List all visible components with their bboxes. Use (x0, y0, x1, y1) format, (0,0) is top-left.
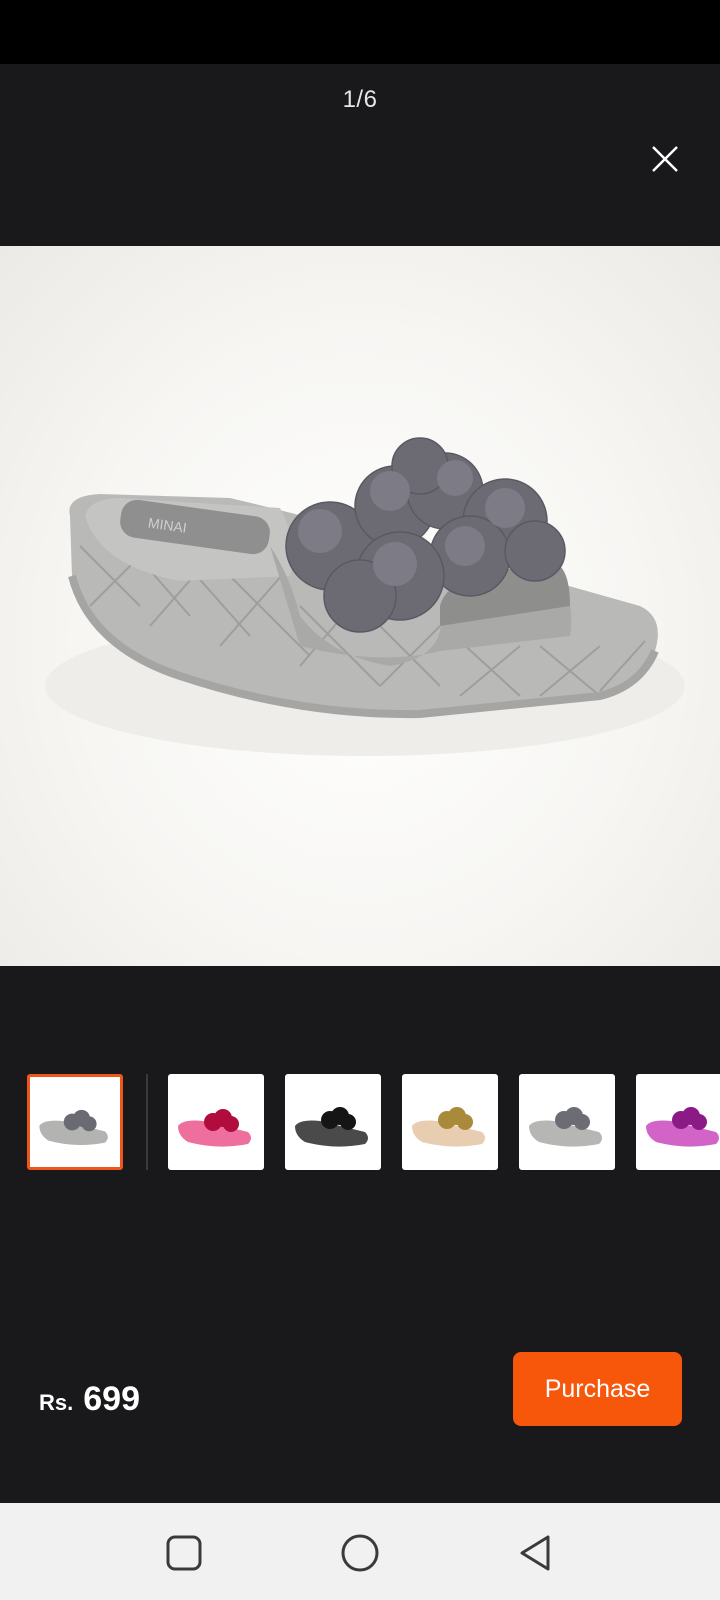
status-bar (0, 0, 720, 64)
purchase-button[interactable]: Purchase (513, 1352, 682, 1426)
recents-button[interactable] (162, 1531, 206, 1575)
thumbnail-strip (0, 1074, 720, 1172)
thumbnail-1[interactable] (27, 1074, 123, 1170)
thumbnail-divider (146, 1074, 148, 1170)
thumbnail-5[interactable] (519, 1074, 615, 1170)
thumbnail-image (39, 1109, 108, 1146)
thumbnail-3[interactable] (285, 1074, 381, 1170)
thumbnail-6[interactable] (636, 1074, 720, 1170)
triangle-back-icon (520, 1535, 550, 1571)
close-button[interactable] (648, 142, 682, 176)
thumbnail-2[interactable] (168, 1074, 264, 1170)
thumbnail-4[interactable] (402, 1074, 498, 1170)
back-button[interactable] (514, 1531, 558, 1575)
price: Rs. 699 (39, 1380, 140, 1419)
thumbnail-image (178, 1109, 251, 1147)
thumbnail-image (412, 1107, 485, 1147)
circle-icon (341, 1534, 379, 1572)
thumbnail-image (295, 1107, 368, 1147)
square-icon (166, 1535, 202, 1571)
product-image[interactable]: MINAI (0, 246, 720, 966)
page-counter: 1/6 (342, 86, 378, 113)
system-nav-bar (0, 1503, 720, 1600)
thumbnail-image (529, 1107, 602, 1147)
close-icon (652, 146, 678, 172)
home-button[interactable] (338, 1531, 382, 1575)
price-currency: Rs. (39, 1390, 74, 1415)
thumbnail-image (646, 1107, 719, 1147)
sandal-illustration: MINAI (45, 437, 685, 756)
price-amount: 699 (83, 1380, 140, 1418)
